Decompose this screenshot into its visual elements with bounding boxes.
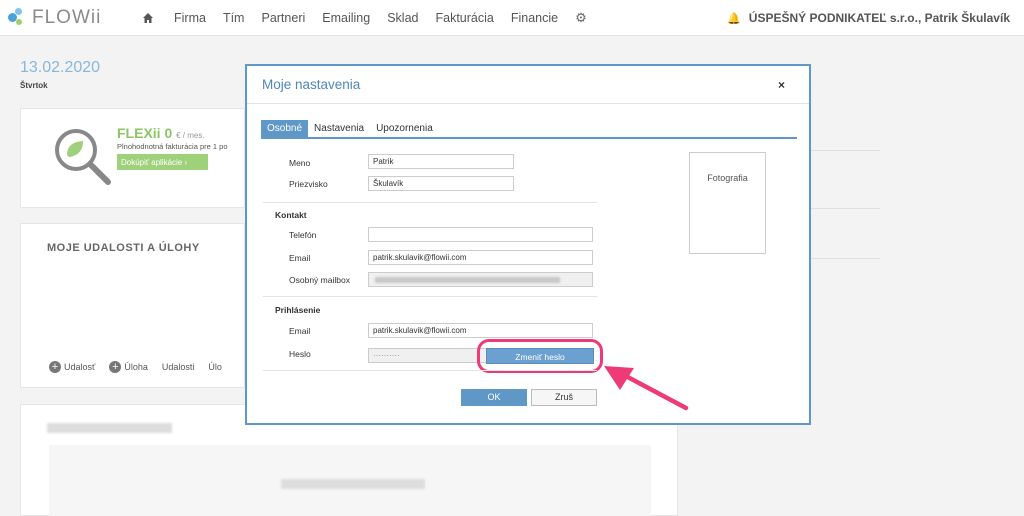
home-icon[interactable] xyxy=(142,12,154,24)
last-name-input[interactable]: Škulavík xyxy=(368,176,514,191)
cancel-button[interactable]: Zruš xyxy=(531,389,597,406)
close-icon[interactable]: × xyxy=(778,78,785,92)
gear-icon[interactable]: ⚙ xyxy=(575,10,587,26)
blurred-text xyxy=(375,277,560,283)
divider xyxy=(247,103,809,104)
login-section-title: Prihlásenie xyxy=(275,305,321,315)
divider xyxy=(263,370,597,371)
flowii-logo[interactable]: FLOWii xyxy=(6,6,101,30)
pointer-arrow-icon xyxy=(604,366,689,411)
events-card: MOJE UDALOSTI A ÚLOHY + Udalosť + Úloha Ud… xyxy=(20,223,245,388)
events-link[interactable]: Udalosti xyxy=(162,362,195,372)
magnifier-leaf-icon xyxy=(55,129,111,185)
flexii-title: FLEXii 0 € / mes. xyxy=(117,125,205,141)
top-navigation-bar: FLOWii Firma Tím Partneri Emailing Sklad… xyxy=(0,0,1024,36)
tasks-link[interactable]: Úlo xyxy=(208,362,222,372)
main-nav: Firma Tím Partneri Emailing Sklad Faktur… xyxy=(142,0,587,36)
nav-fakturacia[interactable]: Fakturácia xyxy=(435,11,493,25)
phone-label: Telefón xyxy=(289,230,317,240)
highlight-outline xyxy=(477,339,603,373)
logo-text: FLOWii xyxy=(32,7,102,28)
buy-apps-button[interactable]: Dokúpiť aplikácie › xyxy=(117,154,208,170)
company-name: ÚSPEŠNÝ PODNIKATEĽ s.r.o., Patrik Škulav… xyxy=(748,11,1010,25)
logo-icon xyxy=(6,7,26,29)
nav-partneri[interactable]: Partneri xyxy=(261,11,305,25)
bell-icon[interactable]: 🔔 xyxy=(727,12,741,25)
modal-title: Moje nastavenia xyxy=(262,77,361,92)
plus-icon: + xyxy=(109,361,122,373)
current-date: 13.02.2020 xyxy=(20,59,101,76)
first-name-label: Meno xyxy=(289,158,311,168)
right-panel xyxy=(810,108,880,268)
nav-firma[interactable]: Firma xyxy=(174,11,206,25)
company-menu[interactable]: 🔔 ÚSPEŠNÝ PODNIKATEĽ s.r.o., Patrik Škul… xyxy=(727,0,1010,36)
photo-placeholder[interactable]: Fotografia xyxy=(689,152,766,254)
tab-osobne[interactable]: Osobné xyxy=(261,120,309,137)
nav-tim[interactable]: Tím xyxy=(223,11,245,25)
divider xyxy=(263,202,597,203)
mailbox-label: Osobný mailbox xyxy=(289,275,350,285)
flexii-card: FLEXii 0 € / mes. Plnohodnotná fakturáci… xyxy=(20,108,245,208)
tab-upozornenia[interactable]: Upozornenia xyxy=(370,120,439,137)
mailbox-input xyxy=(368,272,593,287)
last-name-label: Priezvisko xyxy=(289,179,328,189)
feed-content xyxy=(49,445,651,516)
nav-sklad[interactable]: Sklad xyxy=(387,11,418,25)
nav-financie[interactable]: Financie xyxy=(511,11,558,25)
login-email-input[interactable]: patrik.skulavik@flowii.com xyxy=(368,323,593,338)
settings-tabs: Osobné Nastavenia Upozornenia xyxy=(261,120,797,139)
tab-nastavenia[interactable]: Nastavenia xyxy=(308,120,370,137)
first-name-input[interactable]: Patrik xyxy=(368,154,514,169)
settings-modal: Moje nastavenia × Osobné Nastavenia Upoz… xyxy=(245,64,811,425)
flexii-description: Plnohodnotná fakturácia pre 1 po xyxy=(117,142,228,151)
events-title: MOJE UDALOSTI A ÚLOHY xyxy=(47,242,200,254)
add-event-button[interactable]: + Udalosť xyxy=(49,361,95,373)
contact-section-title: Kontakt xyxy=(275,210,307,220)
plus-icon: + xyxy=(49,361,61,373)
current-day: Štvrtok xyxy=(20,81,48,90)
blurred-text xyxy=(47,423,172,433)
events-actions: + Udalosť + Úloha Udalosti Úlo xyxy=(49,361,236,373)
email-label: Email xyxy=(289,253,311,263)
divider xyxy=(263,296,597,297)
ok-button[interactable]: OK xyxy=(461,389,527,406)
email-input[interactable]: patrik.skulavik@flowii.com xyxy=(368,250,593,265)
add-task-button[interactable]: + Úloha xyxy=(109,361,148,373)
login-email-label: Email xyxy=(289,326,311,336)
password-label: Heslo xyxy=(289,349,311,359)
blurred-text xyxy=(281,479,425,489)
nav-emailing[interactable]: Emailing xyxy=(322,11,370,25)
phone-input[interactable] xyxy=(368,227,593,242)
